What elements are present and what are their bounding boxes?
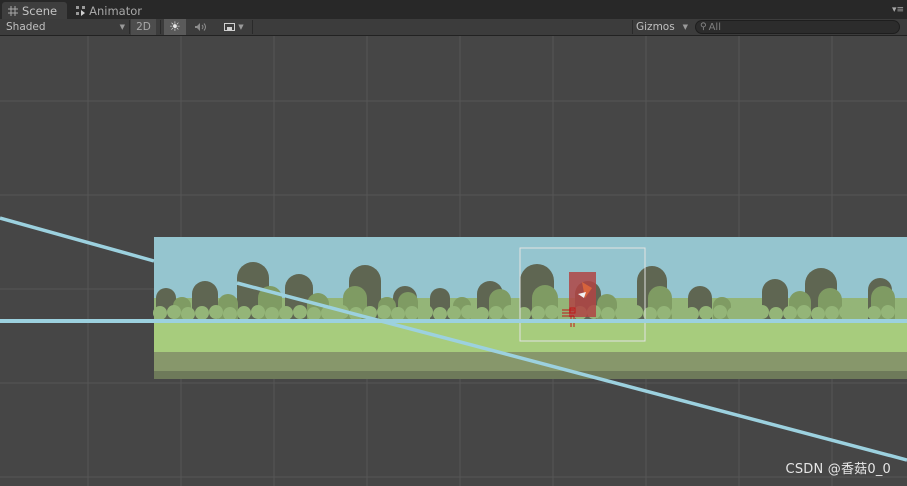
bush	[783, 306, 797, 320]
bush	[727, 307, 741, 321]
bush	[657, 306, 671, 320]
sun-icon: ☀	[169, 19, 181, 35]
tab-scene-label: Scene	[22, 3, 58, 18]
shading-mode-label: Shaded	[6, 21, 46, 33]
image-icon	[224, 23, 236, 31]
search-icon: ⚲	[700, 22, 707, 32]
bush	[713, 305, 727, 319]
bush	[741, 306, 755, 320]
bush	[181, 307, 195, 321]
watermark-text: CSDN @香菇0_0	[785, 462, 891, 477]
bush	[517, 307, 531, 321]
tab-animator[interactable]: Animator	[70, 2, 150, 19]
bush	[867, 306, 881, 320]
bush	[307, 307, 321, 321]
bush	[685, 307, 699, 321]
search-placeholder: All	[708, 21, 721, 33]
bush	[251, 305, 265, 319]
toolbar-divider	[252, 20, 253, 34]
bush	[545, 305, 559, 319]
bush	[475, 307, 489, 321]
scene-effects-dropdown[interactable]: ▼	[218, 19, 250, 35]
bush	[237, 306, 251, 320]
ground-edge	[154, 371, 907, 379]
bush	[489, 306, 503, 320]
animator-icon	[76, 5, 85, 16]
bush	[503, 305, 517, 319]
bush	[699, 306, 713, 320]
toolbar-divider	[160, 20, 161, 34]
bush	[531, 306, 545, 320]
scene-viewport[interactable]: CSDN @香菇0_0	[0, 36, 907, 486]
bush	[265, 307, 279, 321]
tab-scene[interactable]: Scene	[2, 2, 67, 19]
bush	[755, 305, 769, 319]
bush	[279, 306, 293, 320]
bush	[615, 306, 629, 320]
bush	[853, 307, 867, 321]
shading-mode-dropdown[interactable]: Shaded ▼	[6, 19, 128, 35]
bush	[377, 305, 391, 319]
bush	[671, 305, 685, 319]
lighting-toggle[interactable]: ☀	[164, 19, 186, 35]
bush	[293, 305, 307, 319]
background-sprite[interactable]	[153, 237, 907, 379]
tab-animator-label: Animator	[89, 3, 142, 18]
bush	[195, 306, 209, 320]
gizmos-dropdown[interactable]: Gizmos ▼	[636, 19, 688, 35]
grass-layer	[154, 319, 907, 352]
bush	[419, 305, 433, 319]
chevron-down-icon: ▼	[682, 23, 688, 31]
toolbar-divider	[632, 20, 633, 34]
grid-icon	[8, 5, 18, 16]
scene-canvas[interactable]	[0, 36, 907, 486]
bush	[391, 307, 405, 321]
chevron-down-icon: ▼	[119, 23, 125, 31]
scene-toolbar: Shaded ▼ 2D ☀ ▼ Gizmos ▼ ⚲ All	[0, 19, 907, 36]
bush	[769, 307, 783, 321]
bush	[223, 307, 237, 321]
tab-bar: Scene Animator ▾≡	[0, 0, 907, 19]
edge-collider-line[interactable]	[0, 216, 155, 263]
bush	[461, 305, 475, 319]
toolbar-divider	[129, 20, 130, 34]
bush	[797, 305, 811, 319]
bush	[811, 307, 825, 321]
speaker-icon	[195, 23, 206, 31]
bush	[629, 305, 643, 319]
bush	[825, 306, 839, 320]
bush	[881, 305, 895, 319]
bush	[601, 307, 615, 321]
gizmos-label: Gizmos	[636, 21, 675, 33]
bush	[447, 306, 461, 320]
panel-menu-icon[interactable]: ▾≡	[892, 5, 904, 15]
audio-toggle[interactable]	[192, 19, 210, 35]
2d-mode-toggle[interactable]: 2D	[131, 19, 156, 35]
bush	[209, 305, 223, 319]
bush	[433, 307, 447, 321]
bush	[153, 306, 167, 320]
bush	[839, 305, 853, 319]
chevron-down-icon: ▼	[238, 23, 244, 31]
bush	[167, 305, 181, 319]
search-input[interactable]: ⚲ All	[695, 20, 900, 34]
bush	[405, 306, 419, 320]
